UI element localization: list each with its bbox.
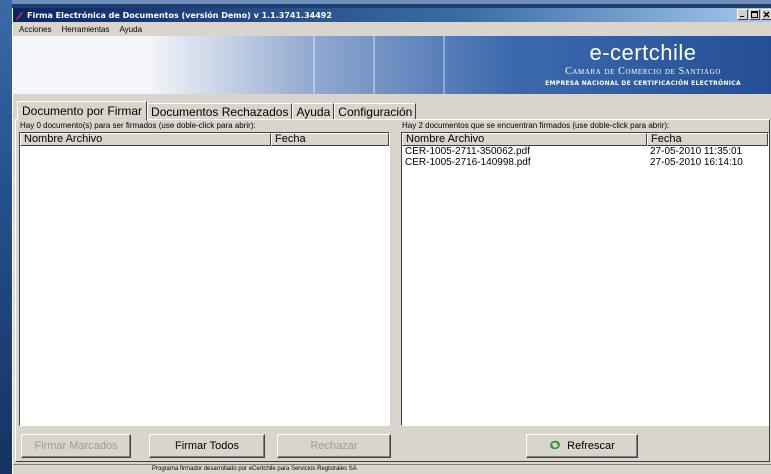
menu-herramientas[interactable]: Herramientas	[61, 25, 109, 34]
column-header-fecha[interactable]: Fecha	[647, 133, 768, 146]
tab-configuracion[interactable]: Configuración	[334, 103, 417, 120]
column-header-nombre[interactable]: Nombre Archivo	[20, 133, 271, 146]
tab-documentos-rechazados[interactable]: Documentos Rechazados	[147, 103, 293, 120]
brand-tagline: EMPRESA NACIONAL DE CERTIFICACIÓN ELECTR…	[545, 80, 741, 87]
table-row[interactable]: CER-1005-2711-350062.pdf 27-05-2010 11:3…	[402, 146, 768, 157]
menu-acciones[interactable]: Acciones	[19, 25, 51, 34]
brand-subtitle: Camara de Comercio de Santiago	[565, 66, 721, 77]
refresh-label: Refrescar	[567, 440, 615, 452]
file-name-cell: CER-1005-2716-140998.pdf	[405, 157, 531, 168]
tab-documento-por-firmar[interactable]: Documento por Firmar	[17, 101, 148, 121]
title-bar[interactable]: Firma Electrónica de Documentos (versión…	[13, 8, 771, 22]
date-cell: 27-05-2010 16:14:10	[650, 157, 743, 168]
banner-decoration	[313, 36, 315, 94]
minimize-icon	[740, 16, 744, 17]
pending-caption: Hay 0 documento(s) para ser firmados (us…	[20, 121, 256, 130]
signed-documents-list[interactable]: Nombre Archivo Fecha CER-1005-2711-35006…	[401, 132, 769, 426]
window-controls	[737, 9, 771, 20]
banner-decoration	[373, 36, 375, 94]
pending-list-header: Nombre Archivo Fecha	[20, 133, 389, 146]
refresh-button[interactable]: Refrescar	[526, 434, 638, 458]
app-window: Firma Electrónica de Documentos (versión…	[12, 8, 771, 474]
column-header-fecha[interactable]: Fecha	[271, 133, 389, 146]
status-bar: Programa firmador desarrollado por eCert…	[13, 464, 771, 474]
signed-list-header: Nombre Archivo Fecha	[402, 133, 768, 146]
banner-decoration	[443, 36, 445, 94]
signature-pen-icon	[15, 11, 24, 20]
sign-all-button[interactable]: Firmar Todos	[149, 434, 265, 458]
desktop-background	[0, 0, 12, 474]
tab-strip: Documento por Firmar Documentos Rechazad…	[17, 100, 417, 121]
maximize-button[interactable]	[749, 9, 760, 20]
menu-ayuda[interactable]: Ayuda	[119, 25, 142, 34]
brand-name: e-certchile	[589, 40, 697, 65]
close-button[interactable]	[761, 9, 771, 20]
column-header-nombre[interactable]: Nombre Archivo	[402, 133, 647, 146]
minimize-button[interactable]	[737, 9, 748, 20]
close-icon	[763, 11, 770, 18]
desktop-top	[0, 0, 771, 4]
refresh-icon	[549, 440, 561, 453]
status-text: Programa firmador desarrollado por eCert…	[152, 466, 357, 472]
date-cell: 27-05-2010 11:35:01	[650, 146, 743, 157]
file-name-cell: CER-1005-2711-350062.pdf	[405, 146, 530, 157]
window-title: Firma Electrónica de Documentos (versión…	[27, 10, 332, 20]
reject-button[interactable]: Rechazar	[277, 434, 391, 458]
maximize-icon	[751, 11, 758, 18]
signed-caption: Hay 2 documentos que se encuentran firma…	[402, 121, 670, 130]
tab-panel: Hay 0 documento(s) para ser firmados (us…	[15, 119, 770, 462]
brand-logo: e-certchile Camara de Comercio de Santia…	[528, 42, 758, 88]
header-banner: e-certchile Camara de Comercio de Santia…	[13, 36, 771, 94]
tab-ayuda[interactable]: Ayuda	[292, 103, 335, 120]
table-row[interactable]: CER-1005-2716-140998.pdf 27-05-2010 16:1…	[402, 157, 768, 168]
sign-marked-button[interactable]: Firmar Marcados	[21, 434, 131, 458]
pending-documents-list[interactable]: Nombre Archivo Fecha	[19, 132, 390, 426]
menu-bar: Acciones Herramientas Ayuda	[13, 22, 771, 36]
